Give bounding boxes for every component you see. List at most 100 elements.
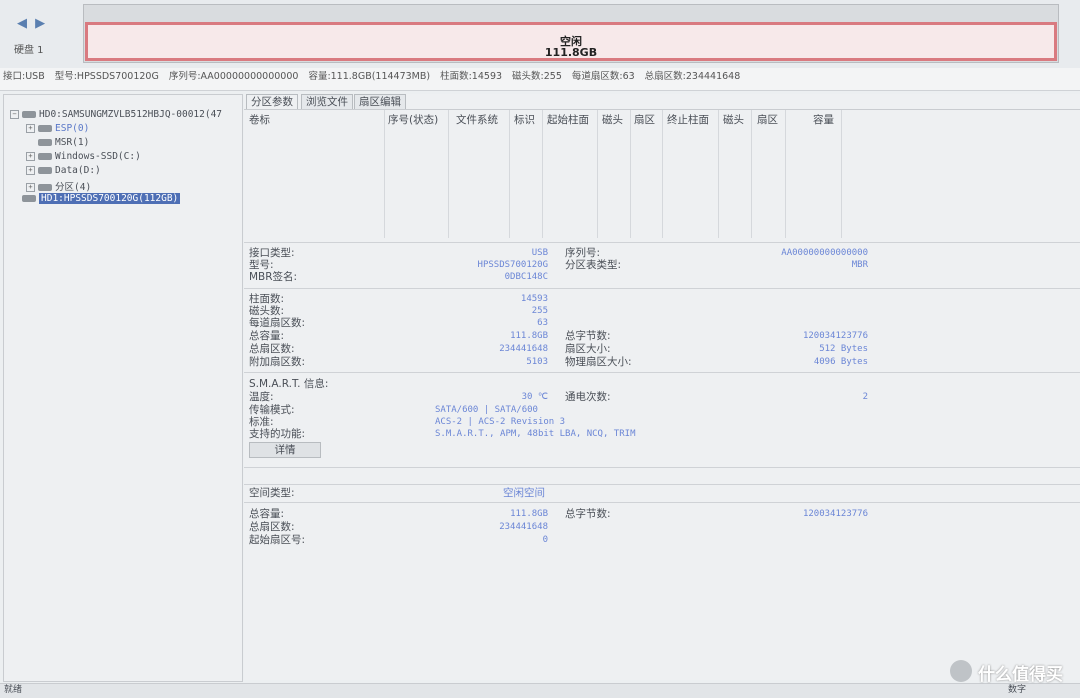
tree-node-windows[interactable]: + Windows-SSD(C:) (26, 151, 141, 162)
sector-size-value: 512 Bytes (819, 344, 868, 354)
cylinders-value: 14593 (520, 294, 548, 304)
expand-icon[interactable]: + (26, 124, 35, 133)
info-spt: 每道扇区数:63 (571, 71, 635, 82)
partition-table-type-label: 分区表类型: (565, 259, 622, 271)
free-space-size: 111.8GB (544, 46, 598, 59)
col-header[interactable]: 起始柱面 (547, 112, 589, 127)
temperature-value: 30 ℃ (521, 392, 548, 402)
tab-sector-edit[interactable]: 扇区编辑 (354, 94, 406, 110)
temperature-label: 温度: (249, 391, 274, 403)
info-heads: 磁头数:255 (512, 71, 562, 82)
tree-node-esp[interactable]: + ESP(0) (26, 123, 89, 134)
transfer-mode-value: SATA/600 | SATA/600 (435, 405, 538, 415)
space-capacity-value: 111.8GB (510, 509, 548, 519)
info-interface: 接口:USB (3, 71, 45, 82)
tree-node-partition4[interactable]: + 分区(4) (26, 179, 91, 193)
start-sector-label: 起始扇区号: (249, 534, 306, 546)
expand-icon[interactable]: + (26, 183, 35, 192)
partition-table-type-value: MBR (851, 260, 868, 270)
col-header[interactable]: 磁头 (602, 112, 623, 127)
watermark-logo-icon (950, 660, 972, 682)
info-cylinders: 柱面数:14593 (440, 71, 503, 82)
disk-partition-map[interactable]: 空闲 111.8GB (83, 4, 1059, 63)
status-numlock: 数字 (1008, 685, 1027, 695)
free-space-block[interactable]: 空闲 111.8GB (85, 22, 1057, 61)
mbr-signature-value: 0DBC148C (504, 272, 548, 282)
partition-icon (38, 139, 52, 146)
tab-partition-params[interactable]: 分区参数 (246, 94, 298, 110)
col-header[interactable]: 序号(状态) (388, 112, 438, 127)
tree-node-data[interactable]: + Data(D:) (26, 165, 101, 176)
disk-icon (22, 111, 36, 118)
heads-value: 255 (531, 306, 548, 316)
total-bytes-label: 总字节数: (565, 330, 611, 342)
space-type-value: 空闲空间 (503, 487, 545, 499)
disk-map-bar: ◀ ▶ 硬盘 1 空闲 111.8GB (0, 0, 1080, 68)
info-model: 型号:HPSSDS700120G (54, 71, 159, 82)
tree-node-msr[interactable]: MSR(1) (38, 137, 89, 148)
partition-icon (38, 184, 52, 191)
total-capacity-value: 111.8GB (510, 331, 548, 341)
extra-sectors-value: 5103 (526, 357, 548, 367)
status-text: 就绪 (4, 685, 23, 695)
sector-size-label: 扇区大小: (565, 343, 611, 355)
info-total-sectors: 总扇区数:234441648 (644, 71, 741, 82)
col-header[interactable]: 容量 (813, 112, 834, 127)
power-on-count-value: 2 (862, 392, 868, 402)
start-sector-value: 0 (542, 535, 548, 545)
col-header[interactable]: 磁头 (723, 112, 744, 127)
physical-sector-size-label: 物理扇区大小: (565, 356, 632, 368)
space-capacity-label: 总容量: (249, 508, 285, 520)
info-capacity: 容量:111.8GB(114473MB) (308, 71, 431, 82)
total-capacity-label: 总容量: (249, 330, 285, 342)
serial-label: 序列号: (565, 247, 601, 259)
tree-node-hd1[interactable]: HD1:HPSSDS700120G(112GB) (22, 193, 181, 204)
disk-tree: − HD0:SAMSUNGMZVLB512HBJQ-00012(47 + ESP(0… (3, 94, 243, 682)
partition-params-panel: 分区参数 浏览文件 扇区编辑 卷标 序号(状态) 文件系统 标识 起始柱面 磁头… (244, 94, 1080, 680)
tab-browse-files[interactable]: 浏览文件 (301, 94, 353, 110)
collapse-icon[interactable]: − (10, 110, 19, 119)
power-on-count-label: 通电次数: (565, 391, 611, 403)
space-type-label: 空间类型: (249, 487, 295, 499)
total-sectors-value: 234441648 (499, 344, 548, 354)
col-header[interactable]: 卷标 (249, 112, 270, 127)
features-label: 支持的功能: (249, 428, 306, 440)
sectors-per-track-value: 63 (537, 318, 548, 328)
disk-nav-arrows[interactable]: ◀ ▶ (17, 16, 47, 31)
model-label: 型号: (249, 259, 274, 271)
smart-title: S.M.A.R.T. 信息: (249, 378, 329, 390)
sectors-per-track-label: 每道扇区数: (249, 317, 306, 329)
cylinders-label: 柱面数: (249, 293, 285, 305)
transfer-mode-label: 传输模式: (249, 404, 295, 416)
expand-icon[interactable]: + (26, 166, 35, 175)
col-header[interactable]: 终止柱面 (667, 112, 709, 127)
disk-info-bar: 接口:USB 型号:HPSSDS700120G 序列号:AA000000000000… (0, 68, 1080, 91)
standard-value: ACS-2 | ACS-2 Revision 3 (435, 417, 566, 427)
interface-type-value: USB (531, 248, 548, 258)
extra-sectors-label: 附加扇区数: (249, 356, 306, 368)
space-bytes-value: 120034123776 (802, 509, 868, 519)
tree-node-hd0[interactable]: − HD0:SAMSUNGMZVLB512HBJQ-00012(47 (10, 109, 222, 120)
partition-icon (38, 167, 52, 174)
interface-type-label: 接口类型: (249, 247, 295, 259)
info-serial: 序列号:AA00000000000000 (168, 71, 299, 82)
col-header[interactable]: 文件系统 (456, 112, 498, 127)
serial-value: AA00000000000000 (781, 248, 868, 258)
space-sectors-label: 总扇区数: (249, 521, 295, 533)
col-header[interactable]: 扇区 (634, 112, 655, 127)
features-value: S.M.A.R.T., APM, 48bit LBA, NCQ, TRIM (435, 429, 636, 439)
smart-details-button[interactable]: 详情 (249, 442, 321, 458)
col-header[interactable]: 标识 (514, 112, 535, 127)
model-value: HPSSDS700120G (477, 260, 548, 270)
standard-label: 标准: (249, 416, 274, 428)
mbr-signature-label: MBR签名: (249, 271, 298, 283)
col-header[interactable]: 扇区 (757, 112, 778, 127)
space-bytes-label: 总字节数: (565, 508, 611, 520)
space-sectors-value: 234441648 (499, 522, 548, 532)
partition-table: 卷标 序号(状态) 文件系统 标识 起始柱面 磁头 扇区 终止柱面 磁头 扇区 … (244, 109, 1080, 238)
expand-icon[interactable]: + (26, 152, 35, 161)
disk-label: 硬盘 1 (14, 45, 44, 56)
partition-icon (38, 125, 52, 132)
physical-sector-size-value: 4096 Bytes (813, 357, 868, 367)
watermark-text: 什么值得买 (978, 665, 1063, 685)
